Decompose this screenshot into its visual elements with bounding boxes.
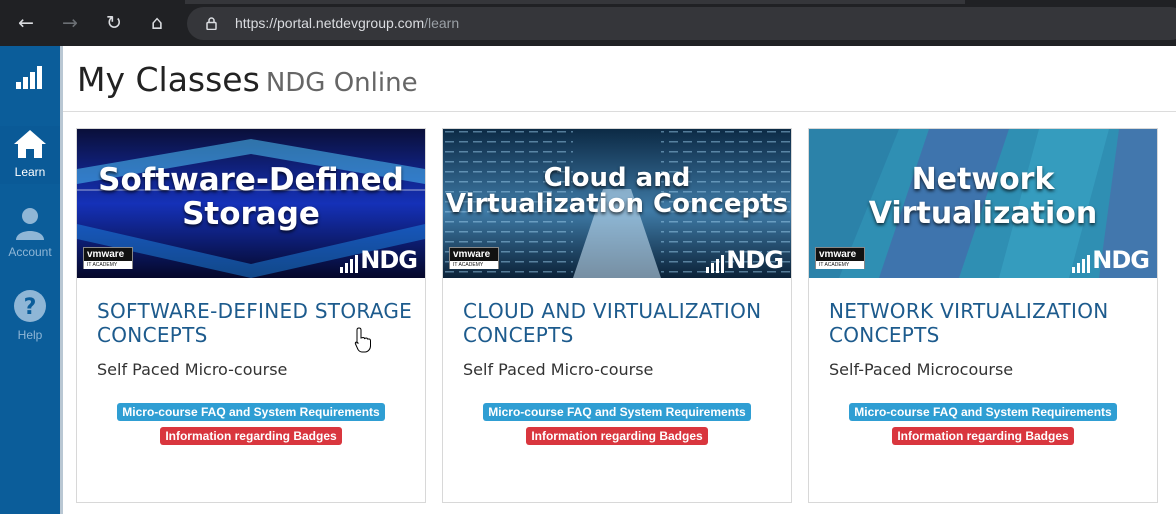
- course-image-title: Cloud and Virtualization Concepts: [443, 165, 791, 217]
- course-image[interactable]: Cloud and Virtualization Concepts vmware…: [443, 129, 791, 278]
- faq-tag[interactable]: Micro-course FAQ and System Requirements: [443, 403, 791, 421]
- course-type: Self-Paced Microcourse: [829, 360, 1014, 379]
- ndg-logo: NDG: [340, 246, 418, 274]
- sidebar-item-account[interactable]: Account: [0, 206, 60, 264]
- course-card[interactable]: Cloud and Virtualization Concepts vmware…: [442, 128, 792, 503]
- user-icon: [16, 208, 44, 240]
- course-image[interactable]: Software-Defined Storage vmware IT ACADE…: [77, 129, 425, 278]
- faq-tag-label[interactable]: Micro-course FAQ and System Requirements: [483, 403, 751, 421]
- vmware-sub: IT ACADEMY: [84, 261, 132, 269]
- faq-tag-label[interactable]: Micro-course FAQ and System Requirements: [117, 403, 385, 421]
- course-image-title-line: Cloud and: [543, 163, 691, 193]
- page-subtitle: NDG Online: [265, 68, 418, 98]
- sidebar-item-help[interactable]: ? Help: [0, 289, 60, 347]
- faq-tag[interactable]: Micro-course FAQ and System Requirements: [77, 403, 425, 421]
- vmware-word: vmware: [819, 249, 857, 260]
- url-text[interactable]: https://portal.netdevgroup.com/learn: [235, 15, 459, 31]
- faq-tag[interactable]: Micro-course FAQ and System Requirements: [809, 403, 1157, 421]
- vmware-logo: vmware IT ACADEMY: [815, 247, 865, 269]
- ndg-logo: NDG: [706, 246, 784, 274]
- hand-cursor-icon: [354, 327, 371, 353]
- badges-tag[interactable]: Information regarding Badges: [443, 427, 791, 445]
- course-image-title-line: Network: [911, 162, 1055, 197]
- ndg-text: NDG: [726, 246, 784, 274]
- ndg-text: NDG: [360, 246, 418, 274]
- course-image[interactable]: Network Virtualization vmware IT ACADEMY…: [809, 129, 1157, 278]
- course-image-title: Network Virtualization: [809, 163, 1157, 231]
- course-image-title: Software-Defined Storage: [77, 163, 425, 231]
- vmware-word: vmware: [87, 249, 125, 260]
- course-image-title-line: Virtualization Concepts: [445, 189, 789, 219]
- back-icon[interactable]: ←: [14, 11, 38, 35]
- badges-tag-label[interactable]: Information regarding Badges: [160, 427, 342, 445]
- sidebar-divider: [60, 46, 63, 514]
- course-image-title-line: Virtualization: [868, 196, 1098, 231]
- tab-strip: [185, 0, 965, 4]
- page-header: My Classes NDG Online: [63, 46, 1176, 112]
- ndg-bars-icon: [340, 255, 359, 273]
- course-card[interactable]: Software-Defined Storage vmware IT ACADE…: [76, 128, 426, 503]
- help-icon: ?: [14, 290, 46, 322]
- sidebar-item-label: Help: [17, 328, 43, 342]
- ndg-bars-icon: [1072, 255, 1091, 273]
- home-icon[interactable]: ⌂: [145, 11, 169, 35]
- forward-icon[interactable]: →: [58, 11, 82, 35]
- url-host: https://portal.netdevgroup.com: [235, 15, 425, 31]
- lock-icon[interactable]: [206, 17, 217, 30]
- svg-text:?: ?: [24, 295, 37, 320]
- browser-toolbar: ← → ↻ ⌂ https://portal.netdevgroup.com/l…: [0, 0, 1176, 46]
- course-image-title-line: Storage: [182, 196, 320, 232]
- ndg-logo: NDG: [1072, 246, 1150, 274]
- vmware-logo: vmware IT ACADEMY: [83, 247, 133, 269]
- vmware-word: vmware: [453, 249, 491, 260]
- badges-tag-label[interactable]: Information regarding Badges: [892, 427, 1074, 445]
- home-icon: [14, 130, 46, 158]
- reload-icon[interactable]: ↻: [102, 11, 126, 35]
- sidebar-logo[interactable]: [0, 64, 60, 100]
- sidebar-item-label: Learn: [14, 165, 46, 179]
- sidebar: Learn Account ? Help: [0, 46, 60, 514]
- badges-tag[interactable]: Information regarding Badges: [77, 427, 425, 445]
- address-bar[interactable]: https://portal.netdevgroup.com/learn: [187, 7, 1176, 40]
- course-type: Self Paced Micro-course: [97, 360, 288, 379]
- page-title: My Classes NDG Online: [77, 60, 418, 99]
- course-image-title-line: Software-Defined: [98, 162, 404, 198]
- signal-bars-icon: [16, 66, 42, 89]
- course-title[interactable]: NETWORK VIRTUALIZATION CONCEPTS: [829, 299, 1149, 347]
- badges-tag-label[interactable]: Information regarding Badges: [526, 427, 708, 445]
- page-title-text: My Classes: [77, 60, 260, 99]
- sidebar-item-learn[interactable]: Learn: [0, 126, 60, 184]
- vmware-sub: IT ACADEMY: [450, 261, 498, 269]
- badges-tag[interactable]: Information regarding Badges: [809, 427, 1157, 445]
- ndg-text: NDG: [1092, 246, 1150, 274]
- url-path: /learn: [424, 15, 460, 31]
- sidebar-item-label: Account: [8, 245, 52, 259]
- course-type: Self Paced Micro-course: [463, 360, 654, 379]
- faq-tag-label[interactable]: Micro-course FAQ and System Requirements: [849, 403, 1117, 421]
- vmware-sub: IT ACADEMY: [816, 261, 864, 269]
- course-title[interactable]: CLOUD AND VIRTUALIZATION CONCEPTS: [463, 299, 783, 347]
- ndg-bars-icon: [706, 255, 725, 273]
- course-card[interactable]: Network Virtualization vmware IT ACADEMY…: [808, 128, 1158, 503]
- vmware-logo: vmware IT ACADEMY: [449, 247, 499, 269]
